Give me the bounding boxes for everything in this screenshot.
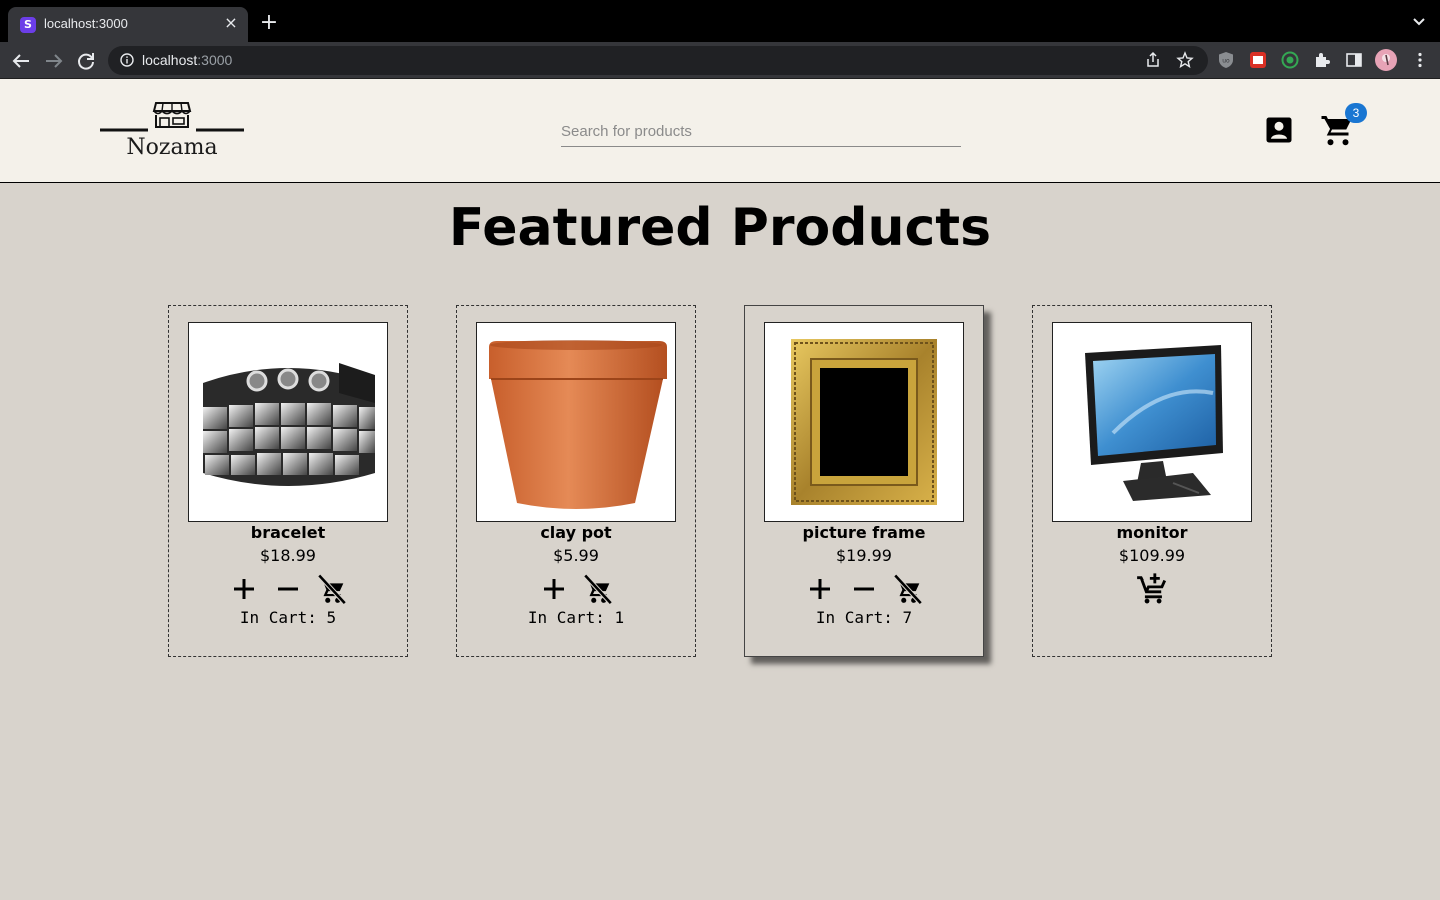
tab-title: localhost:3000 (44, 16, 128, 31)
product-name: bracelet (250, 523, 326, 542)
product-price: $5.99 (553, 546, 599, 565)
in-cart-quantity: In Cart: 5 (239, 608, 337, 627)
monitor-image (1085, 345, 1223, 501)
forward-arrow-icon[interactable] (42, 49, 66, 73)
remove-from-cart-button[interactable] (314, 572, 350, 606)
product-image-picture-frame[interactable] (764, 322, 964, 522)
product-card-clay-pot[interactable]: clay pot $5.99 In Cart: 1 (456, 305, 696, 657)
address-bar[interactable]: localhost:3000 (108, 46, 1208, 75)
url-text: localhost:3000 (142, 52, 233, 68)
product-card-bracelet[interactable]: bracelet $18.99 In Cart: 5 (168, 305, 408, 657)
product-image-monitor[interactable] (1052, 322, 1252, 522)
site-header: Nozama (0, 79, 1440, 183)
increase-quantity-button[interactable] (226, 572, 262, 606)
ublock-shield-icon[interactable]: uo (1217, 51, 1235, 69)
clay-pot-image (489, 340, 667, 509)
reload-icon[interactable] (74, 49, 98, 73)
logo-text: Nozama (126, 135, 218, 160)
share-icon[interactable] (1144, 51, 1162, 69)
profile-avatar-icon[interactable] (1375, 49, 1397, 71)
cart-count-badge: 3 (1345, 103, 1367, 123)
remove-shopping-cart-icon (893, 574, 923, 605)
site-info-icon[interactable] (120, 53, 134, 67)
remove-from-cart-button[interactable] (890, 572, 926, 606)
extension-red-icon[interactable] (1249, 51, 1267, 69)
product-price: $109.99 (1118, 546, 1186, 565)
product-price: $19.99 (836, 546, 892, 565)
decrease-quantity-button[interactable] (846, 572, 882, 606)
new-tab-icon[interactable]: + (258, 12, 280, 34)
storefront-logo-icon (100, 102, 244, 132)
in-cart-quantity: In Cart: 7 (815, 608, 913, 627)
remove-shopping-cart-icon (317, 574, 347, 605)
plus-icon (810, 579, 830, 599)
browser-toolbar: localhost:3000 uo (0, 42, 1440, 79)
add-to-cart-button[interactable] (1134, 572, 1170, 606)
browser-menu-icon[interactable] (1411, 51, 1429, 69)
extension-green-icon[interactable] (1281, 51, 1299, 69)
increase-quantity-button[interactable] (536, 572, 572, 606)
svg-text:uo: uo (1222, 58, 1230, 65)
cart-actions (169, 572, 407, 606)
decrease-quantity-button[interactable] (270, 572, 306, 606)
site-favicon-icon: S (20, 17, 36, 33)
nozama-logo[interactable]: Nozama (100, 97, 244, 163)
product-name: clay pot (540, 523, 612, 542)
product-image-bracelet[interactable] (188, 322, 388, 522)
plus-icon (234, 579, 254, 599)
side-panel-icon[interactable] (1345, 51, 1363, 69)
tab-close-icon[interactable]: × (222, 14, 240, 32)
tab-search-chevron-icon[interactable] (1412, 14, 1426, 28)
remove-from-cart-button[interactable] (580, 572, 616, 606)
browser-tab[interactable]: S localhost:3000 × (8, 7, 248, 42)
product-search-input[interactable] (561, 117, 961, 147)
product-price: $18.99 (260, 546, 316, 565)
increase-quantity-button[interactable] (802, 572, 838, 606)
product-image-clay-pot[interactable] (476, 322, 676, 522)
picture-frame-image (791, 339, 937, 505)
product-name: monitor (1116, 523, 1188, 542)
account-icon[interactable] (1264, 115, 1294, 145)
product-card-picture-frame[interactable]: picture frame $19.99 In Cart: 7 (744, 305, 984, 657)
in-cart-quantity: In Cart: 1 (527, 608, 625, 627)
bookmark-star-icon[interactable] (1176, 51, 1194, 69)
plus-icon (544, 579, 564, 599)
extensions-puzzle-icon[interactable] (1313, 51, 1331, 69)
remove-shopping-cart-icon (583, 574, 613, 605)
add-shopping-cart-icon (1137, 573, 1167, 604)
product-name: picture frame (802, 523, 926, 542)
product-card-monitor[interactable]: monitor $109.99 (1032, 305, 1272, 657)
minus-icon (278, 587, 298, 591)
cart-actions (457, 572, 695, 606)
bracelet-image (203, 363, 375, 486)
minus-icon (854, 587, 874, 591)
cart-actions (745, 572, 983, 606)
back-arrow-icon[interactable] (9, 49, 33, 73)
browser-tab-bar: S localhost:3000 × + (0, 0, 1440, 42)
cart-actions (1033, 572, 1271, 606)
page-title: Featured Products (448, 198, 992, 258)
